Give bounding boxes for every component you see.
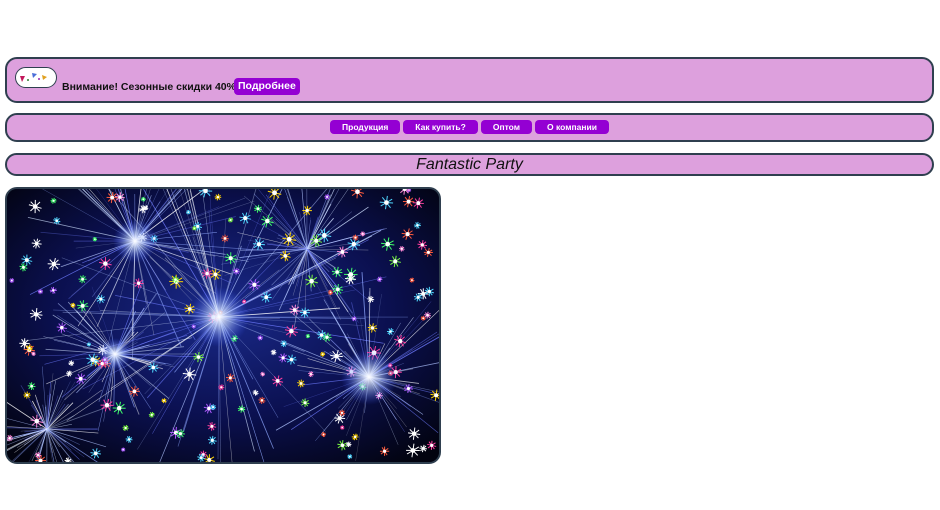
fireworks-image — [5, 187, 441, 464]
nav-item-products[interactable]: Продукция — [330, 120, 401, 134]
more-button[interactable]: Подробнее — [234, 78, 300, 95]
title-bar: Fantastic Party — [5, 153, 934, 176]
promo-text: Внимание! Сезонные скидки 40% — [62, 81, 236, 93]
nav-bar: Продукция Как купить? Оптом О компании — [5, 113, 934, 142]
nav-item-about[interactable]: О компании — [535, 120, 609, 134]
nav-item-how-to-buy[interactable]: Как купить? — [403, 120, 478, 134]
nav-item-wholesale[interactable]: Оптом — [480, 120, 533, 134]
promo-banner: Внимание! Сезонные скидки 40% Подробнее — [5, 57, 934, 103]
page-title: Fantastic Party — [416, 156, 523, 173]
party-hat-logo-icon[interactable] — [15, 67, 57, 88]
